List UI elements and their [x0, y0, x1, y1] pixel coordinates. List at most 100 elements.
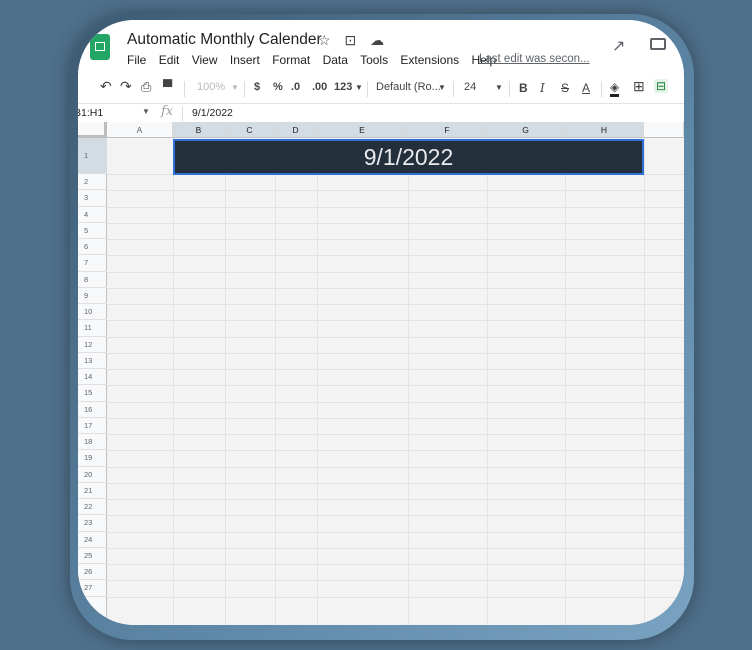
increase-decimals-button[interactable]: .00 — [312, 81, 327, 93]
row-header-column: 1 2 3 4 5 6 7 8 9 10 11 12 13 14 15 16 17 18 19 20 21 22 23 24 2… — [78, 138, 107, 625]
paint-format-icon[interactable]: ▀ — [163, 79, 172, 94]
row-header-24[interactable]: 24 — [78, 532, 107, 548]
decrease-decimals-button[interactable]: .0 — [291, 81, 300, 93]
row-header-7[interactable]: 7 — [78, 255, 107, 272]
row-gridline — [107, 206, 684, 208]
row-header-18[interactable]: 18 — [78, 434, 107, 451]
more-formats-button[interactable]: 123 — [334, 81, 352, 93]
italic-button[interactable]: I — [540, 81, 545, 95]
row-header-27[interactable]: 27 — [78, 580, 107, 597]
row-header-21[interactable]: 21 — [78, 483, 107, 499]
column-header-e[interactable]: E — [317, 122, 408, 138]
print-icon[interactable]: ⎙ — [141, 79, 151, 95]
row-header-2[interactable]: 2 — [78, 174, 107, 191]
column-header-f[interactable]: F — [408, 122, 487, 138]
row-header-8[interactable]: 8 — [78, 272, 107, 288]
menu-tools[interactable]: Tools — [360, 53, 388, 67]
row-header-16[interactable]: 16 — [78, 402, 107, 418]
column-gridline — [644, 138, 645, 625]
name-box[interactable]: B1:H1 — [78, 107, 103, 119]
row-header-9[interactable]: 9 — [78, 288, 107, 304]
last-edit-link[interactable]: Last edit was secon... — [479, 53, 590, 65]
row-gridline — [107, 564, 684, 565]
row-header-19[interactable]: 19 — [78, 450, 107, 467]
name-box-caret-icon[interactable]: ▼ — [142, 107, 150, 116]
bold-button[interactable]: B — [519, 81, 528, 95]
row-header-3[interactable]: 3 — [78, 190, 107, 207]
row-header-22[interactable]: 22 — [78, 499, 107, 516]
menu-data[interactable]: Data — [323, 53, 348, 67]
row-header-11[interactable]: 11 — [78, 320, 107, 337]
percent-format-button[interactable]: % — [273, 81, 283, 93]
document-title[interactable]: Automatic Monthly Calender — [127, 31, 322, 49]
more-formats-caret-icon[interactable]: ▼ — [355, 83, 363, 92]
column-header-d[interactable]: D — [275, 122, 317, 138]
merged-date-cell[interactable]: 9/1/2022 — [173, 139, 644, 175]
menu-bar: File Edit View Insert Format Data Tools … — [127, 53, 505, 67]
row-gridline — [107, 385, 684, 387]
row-header-4[interactable]: 4 — [78, 207, 107, 223]
menu-edit[interactable]: Edit — [159, 53, 180, 67]
zoom-caret-icon[interactable]: ▼ — [231, 83, 239, 92]
row-gridline — [107, 531, 684, 533]
font-family-select[interactable]: Default (Ro... — [376, 81, 441, 93]
borders-icon[interactable]: ⊞ — [633, 78, 645, 95]
row-gridline — [107, 580, 684, 582]
column-header-g[interactable]: G — [487, 122, 565, 138]
column-header-i[interactable] — [644, 122, 684, 138]
column-header-c[interactable]: C — [225, 122, 275, 138]
row-gridline — [107, 287, 684, 289]
row-header-13[interactable]: 13 — [78, 353, 107, 369]
star-icon[interactable]: ☆ — [318, 32, 331, 48]
menu-format[interactable]: Format — [272, 53, 310, 67]
row-gridline — [107, 515, 684, 517]
currency-format-button[interactable]: $ — [254, 81, 260, 93]
cloud-status-icon[interactable]: ☁ — [370, 32, 384, 48]
font-size-caret-icon[interactable]: ▼ — [495, 83, 503, 92]
column-header-h[interactable]: H — [565, 122, 644, 138]
row-header-17[interactable]: 17 — [78, 418, 107, 434]
comments-icon[interactable] — [650, 38, 666, 50]
sheets-logo-icon[interactable] — [90, 34, 110, 60]
column-header-b[interactable]: B — [173, 122, 225, 138]
spreadsheet-grid[interactable]: A B C D E F G H 1 2 3 4 5 6 7 8 9 10 11 12 13 14 15 16 1… — [78, 122, 684, 625]
row-header-23[interactable]: 23 — [78, 515, 107, 532]
menu-insert[interactable]: Insert — [230, 53, 260, 67]
row-header-25[interactable]: 25 — [78, 548, 107, 564]
font-caret-icon[interactable]: ▼ — [438, 83, 446, 92]
menu-file[interactable]: File — [127, 53, 146, 67]
row-header-6[interactable]: 6 — [78, 239, 107, 256]
fill-color-icon[interactable]: ◈ — [610, 81, 620, 97]
column-header-a[interactable]: A — [107, 122, 173, 138]
redo-icon[interactable]: ↷ — [120, 78, 132, 95]
menu-view[interactable]: View — [192, 53, 218, 67]
move-folder-icon[interactable]: ⊡ — [344, 32, 356, 48]
toolbar: ↶ ↷ ⎙ ▀ 100% ▼ $ % .0 .00 123 ▼ Default … — [78, 76, 684, 102]
text-color-button[interactable]: A — [582, 81, 590, 95]
formula-divider — [182, 106, 183, 121]
font-size-input[interactable]: 24 — [464, 81, 476, 93]
row-header-1[interactable]: 1 — [78, 138, 107, 174]
row-header-15[interactable]: 15 — [78, 385, 107, 402]
undo-icon[interactable]: ↶ — [100, 78, 112, 95]
column-gridline — [565, 138, 566, 625]
merge-cells-icon[interactable]: ⊟ — [654, 79, 669, 93]
row-gridline — [107, 304, 684, 305]
column-gridline — [173, 138, 174, 625]
row-header-20[interactable]: 20 — [78, 467, 107, 483]
row-header-26[interactable]: 26 — [78, 564, 107, 581]
activity-trend-icon[interactable]: ↗ — [612, 36, 625, 56]
column-gridline — [408, 138, 409, 625]
toolbar-divider — [367, 81, 368, 97]
row-header-14[interactable]: 14 — [78, 369, 107, 386]
zoom-select[interactable]: 100% — [197, 81, 225, 93]
menu-extensions[interactable]: Extensions — [400, 53, 459, 67]
strikethrough-button[interactable]: S — [561, 81, 569, 95]
row-header-10[interactable]: 10 — [78, 304, 107, 321]
select-all-corner[interactable] — [78, 122, 107, 138]
row-header-5[interactable]: 5 — [78, 223, 107, 239]
row-gridline — [107, 482, 684, 484]
row-gridline — [107, 547, 684, 549]
row-header-12[interactable]: 12 — [78, 337, 107, 353]
formula-input[interactable]: 9/1/2022 — [192, 107, 233, 119]
